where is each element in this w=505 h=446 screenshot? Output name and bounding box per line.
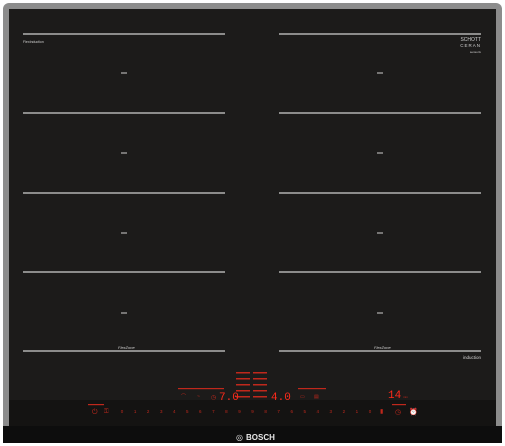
heat-setting-icon[interactable]: ~ xyxy=(197,394,200,400)
glass-sub: CERAN xyxy=(460,43,481,48)
zone-select-icon[interactable]: ▮ xyxy=(380,409,383,415)
scale-bar-right xyxy=(392,404,406,406)
display-right: 14 xyxy=(388,390,402,402)
timer-icon[interactable]: ◷ xyxy=(211,395,216,401)
brand-logo: BOSCH xyxy=(246,433,275,442)
display-center: 4.0 xyxy=(271,392,291,404)
right-zone-bar xyxy=(298,388,326,390)
clock-unit: min xyxy=(403,395,408,399)
display-left: 7.0 xyxy=(219,392,239,404)
clock-icon[interactable]: ◷ xyxy=(395,409,401,416)
brand-logo-mark: ◎ xyxy=(236,433,243,442)
glass-tag: sensorix xyxy=(470,50,482,54)
sensor-icon[interactable]: ▭ xyxy=(300,394,305,400)
induction-label: induction xyxy=(463,355,482,360)
alarm-icon[interactable]: ⏰ xyxy=(409,407,418,416)
left-zone-bar xyxy=(178,388,224,390)
scale-bar-left xyxy=(88,404,104,406)
cooktop: FlexInduction SCHOTT CERAN sensorix Flex… xyxy=(3,3,502,443)
glass-surface xyxy=(9,9,496,433)
flexzone-label-left: FlexZone xyxy=(118,345,135,350)
fryer-icon[interactable]: ▤ xyxy=(314,394,319,400)
model-label: FlexInduction xyxy=(23,40,44,44)
power-icon[interactable]: ⏻ xyxy=(92,408,98,416)
pan-fry-icon[interactable]: ⌒ xyxy=(181,394,186,400)
flexzone-label-right: FlexZone xyxy=(374,345,391,350)
child-lock-icon[interactable]: ⚿ xyxy=(104,408,109,415)
